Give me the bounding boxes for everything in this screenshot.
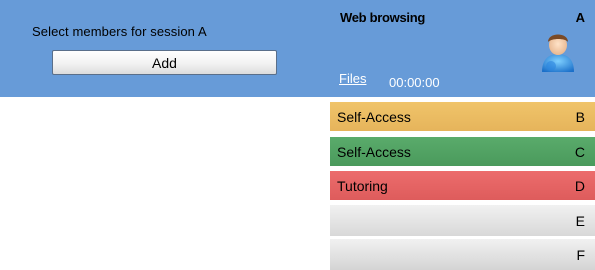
session-row-f[interactable]: F — [330, 238, 595, 270]
session-row-letter: B — [575, 108, 585, 125]
session-a-panel[interactable]: Web browsing A Files 00:00:00 — [330, 0, 595, 97]
select-members-label: Select members for session A — [32, 24, 207, 39]
session-letter: A — [575, 10, 585, 25]
session-timer: 00:00:00 — [389, 75, 440, 90]
user-icon — [542, 34, 574, 72]
session-row-letter: E — [575, 212, 585, 229]
session-row-letter: D — [574, 177, 585, 194]
add-button[interactable]: Add — [52, 50, 277, 75]
session-row-label: Self-Access — [337, 143, 411, 160]
session-row-d[interactable]: Tutoring D — [330, 170, 595, 200]
session-row-label: Self-Access — [337, 108, 411, 125]
session-row-letter: C — [574, 143, 585, 160]
session-row-letter: F — [576, 246, 585, 263]
session-row-b[interactable]: Self-Access B — [330, 101, 595, 131]
session-title: Web browsing — [340, 10, 425, 25]
files-link[interactable]: Files — [339, 71, 366, 86]
session-row-label: Tutoring — [337, 177, 388, 194]
session-row-e[interactable]: E — [330, 204, 595, 236]
member-selection-panel: Select members for session A Add — [0, 0, 330, 97]
session-row-c[interactable]: Self-Access C — [330, 136, 595, 166]
